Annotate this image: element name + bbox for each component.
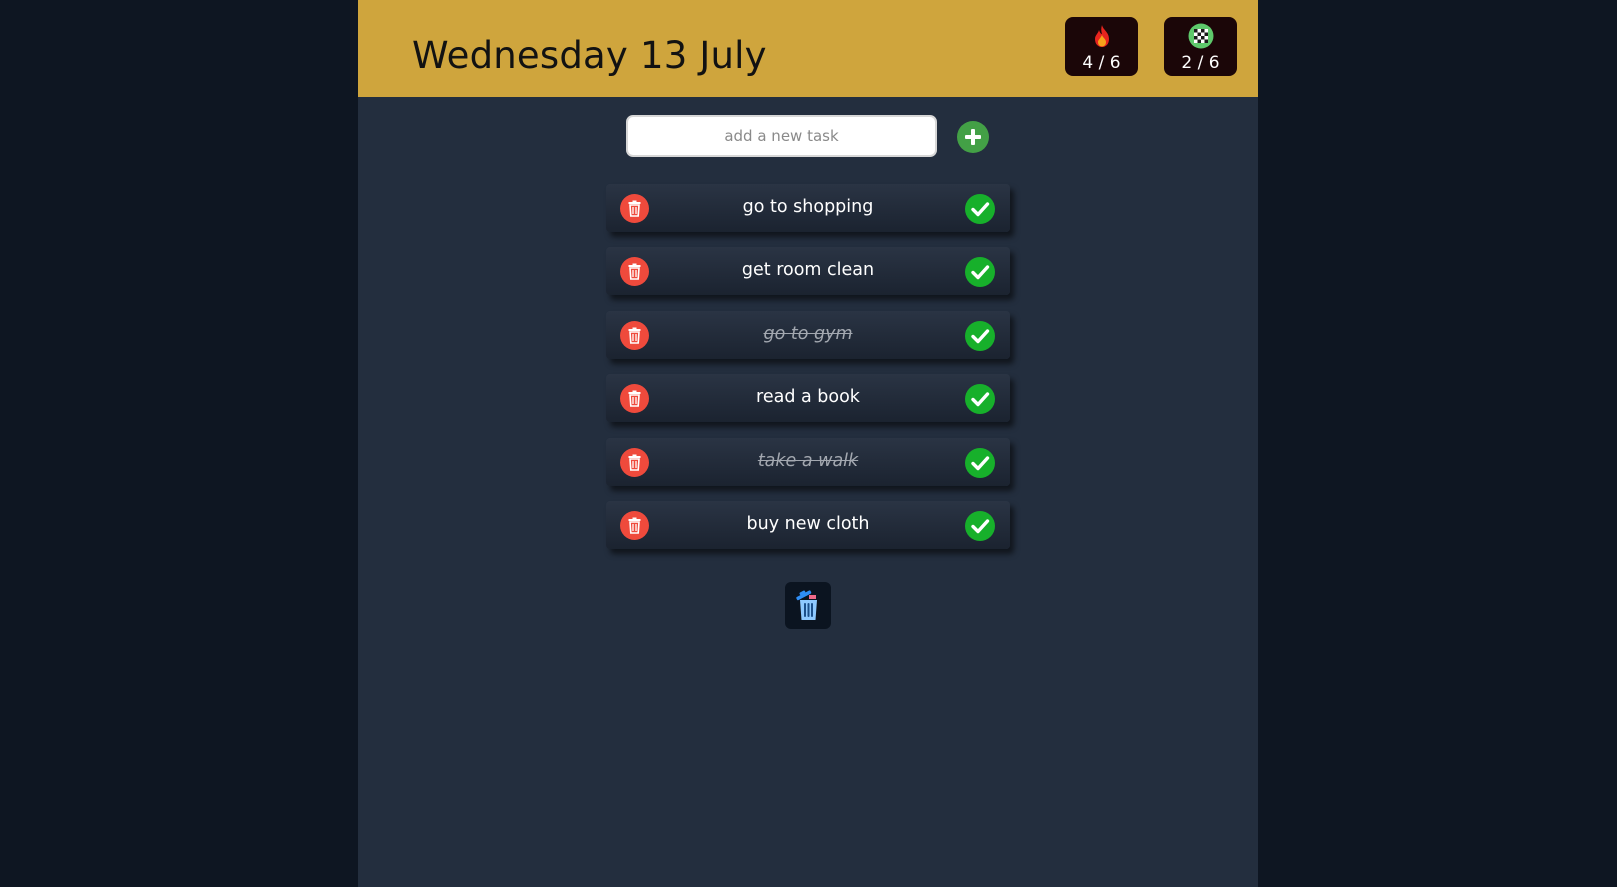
trash-icon	[628, 200, 641, 217]
task-label: get room clean	[741, 260, 875, 280]
task-label: buy new cloth	[746, 514, 870, 534]
todo-app: Wednesday 13 July 4 / 6 2 / 6 add a new …	[358, 0, 1258, 887]
checkmark-icon	[971, 392, 990, 407]
checkmark-icon	[971, 519, 990, 534]
delete-task-button[interactable]	[620, 257, 649, 286]
trash-icon	[628, 517, 641, 534]
trash-can-icon	[796, 590, 817, 620]
complete-task-button[interactable]	[965, 321, 995, 351]
complete-task-button[interactable]	[965, 384, 995, 414]
checkmark-icon	[971, 265, 990, 280]
pending-counter: 4 / 6	[1065, 17, 1138, 76]
complete-task-button[interactable]	[965, 257, 995, 287]
task-item: buy new cloth	[606, 501, 1010, 549]
trash-icon	[628, 390, 641, 407]
task-item: get room clean	[606, 247, 1010, 295]
new-task-input[interactable]	[626, 115, 937, 157]
done-count: 2 / 6	[1181, 53, 1220, 73]
checkmark-icon	[971, 202, 990, 217]
add-task-button[interactable]	[957, 121, 989, 153]
trash-icon	[628, 327, 641, 344]
delete-task-button[interactable]	[620, 321, 649, 350]
plus-icon	[965, 129, 981, 145]
delete-task-button[interactable]	[620, 511, 649, 540]
delete-task-button[interactable]	[620, 384, 649, 413]
trash-icon	[628, 454, 641, 471]
task-item: take a walk	[606, 438, 1010, 486]
complete-task-button[interactable]	[965, 511, 995, 541]
task-item: read a book	[606, 374, 1010, 422]
checkered-flag-icon	[1188, 23, 1214, 49]
trash-icon	[628, 263, 641, 280]
checkmark-icon	[971, 329, 990, 344]
task-item: go to gym	[606, 311, 1010, 359]
fire-icon	[1089, 23, 1115, 49]
done-counter: 2 / 6	[1164, 17, 1237, 76]
date-title: Wednesday 13 July	[412, 34, 767, 77]
task-label: go to shopping	[742, 197, 874, 217]
task-label: take a walk	[757, 451, 859, 471]
header: Wednesday 13 July 4 / 6 2 / 6	[358, 0, 1258, 97]
clear-all-button[interactable]	[785, 582, 831, 629]
checkmark-icon	[971, 456, 990, 471]
delete-task-button[interactable]	[620, 448, 649, 477]
complete-task-button[interactable]	[965, 194, 995, 224]
delete-task-button[interactable]	[620, 194, 649, 223]
pending-count: 4 / 6	[1082, 53, 1121, 73]
task-item: go to shopping	[606, 184, 1010, 232]
task-label: go to gym	[763, 324, 853, 344]
task-label: read a book	[756, 387, 860, 407]
complete-task-button[interactable]	[965, 448, 995, 478]
